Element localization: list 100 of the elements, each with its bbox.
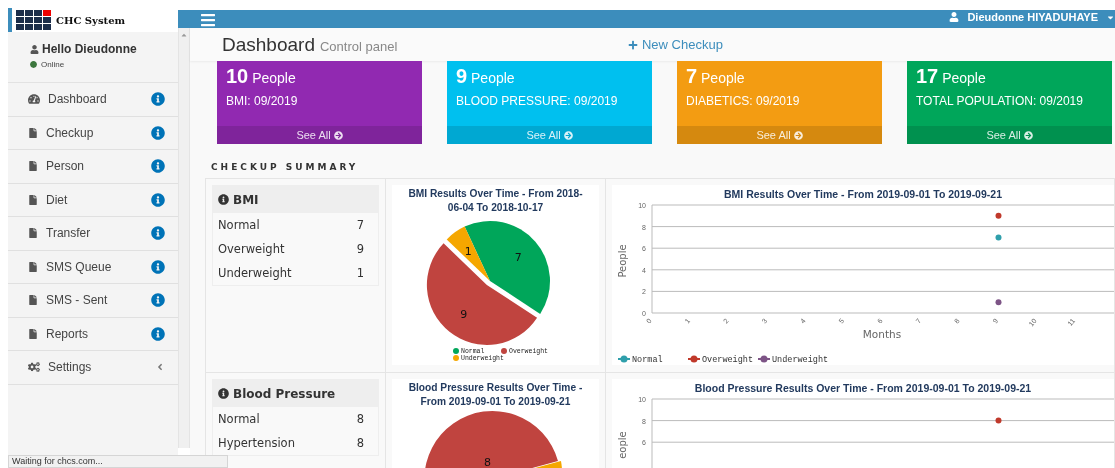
info-icon [218, 194, 229, 205]
info-icon [151, 293, 165, 308]
info-icon [151, 259, 165, 274]
stat-caption: BMI: 09/2019 [226, 94, 299, 108]
table-cell: Overweight [218, 242, 285, 256]
stat-caption: DIABETICS: 09/2019 [686, 94, 801, 108]
arrow-icon [1023, 130, 1033, 140]
chart-title: Blood Pressure Results Over Time - From 2019-09-01 To 2019-09-21 [693, 381, 1033, 395]
stat-count: 9 People [456, 65, 516, 88]
file-icon [28, 228, 38, 239]
sidebar-label: Diet [46, 192, 69, 207]
axis-label: People [617, 244, 628, 278]
table-cell: Hypertension [218, 436, 295, 450]
sidebar-item[interactable]: Person [8, 150, 178, 184]
slice-label: 7 [514, 250, 522, 264]
info-icon [151, 159, 165, 174]
table-cell: Normal [218, 218, 260, 232]
sidebar-item[interactable]: SMS - Sent [8, 284, 178, 318]
sidebar-label: Reports [46, 326, 90, 341]
sidebar-label: Person [46, 159, 86, 174]
sidebar-label: SMS - Sent [46, 293, 109, 308]
chart-title: Blood Pressure Results Over Time - From 2019-09-01 To 2019-09-21 [407, 381, 584, 409]
legend-item: Normal [617, 355, 663, 365]
online-status: Online [30, 60, 178, 69]
file-icon [28, 261, 38, 272]
slice-label: 9 [460, 308, 468, 321]
table-title: Blood Pressure [233, 386, 336, 401]
sidebar-item[interactable]: Checkup [8, 116, 178, 150]
slice-label: 1 [464, 244, 472, 258]
sidebar-label: SMS Queue [46, 259, 113, 274]
logo-icon [16, 10, 51, 30]
legend-label: Overweight [702, 355, 754, 365]
file-icon [28, 194, 38, 205]
see-all-link[interactable]: See All [217, 126, 422, 144]
table-cell: 8 [356, 436, 364, 450]
stat-count: 10 People [226, 65, 297, 88]
data-point [995, 299, 1002, 306]
sidebar-item[interactable]: SMS Queue [8, 250, 178, 284]
see-all-link[interactable]: See All [907, 126, 1112, 144]
table-cell: Underweight [218, 266, 292, 280]
scroll-up-icon[interactable] [180, 31, 188, 39]
user-icon [949, 12, 960, 22]
info-icon [151, 125, 165, 140]
legend-item: Underweight [757, 355, 829, 365]
stat-caption: TOTAL POPULATION: 09/2019 [916, 94, 1084, 108]
sidebar-item[interactable]: Diet [8, 183, 178, 217]
gears-icon [28, 361, 40, 374]
info-icon [151, 92, 165, 107]
table-cell: 8 [356, 412, 364, 426]
arrow-icon [793, 130, 803, 140]
data-point [995, 234, 1002, 241]
info-icon [151, 226, 165, 241]
data-point [995, 212, 1002, 219]
arrow-icon [563, 130, 573, 140]
stat-caption: BLOOD PRESSURE: 09/2019 [456, 94, 619, 108]
sidebar-item[interactable]: Reports [8, 317, 178, 351]
file-icon [28, 127, 38, 138]
info-icon [218, 388, 229, 399]
user-icon [30, 44, 39, 54]
arrow-icon [333, 130, 343, 140]
table-cell: 7 [356, 218, 364, 232]
file-icon [28, 295, 38, 306]
sidebar-label: Checkup [46, 125, 95, 140]
file-icon [28, 328, 38, 339]
user-greeting: Hello Dieudonne [30, 42, 178, 56]
chart-title: BMI Results Over Time - From 2019-09-01 To 2019-09-21 [723, 187, 1003, 201]
page-title: Dashboard [222, 33, 315, 56]
legend-label: Normal [632, 355, 663, 365]
axis-label: Months [862, 328, 902, 340]
sidebar-label: Dashboard [48, 92, 108, 107]
data-point [995, 417, 1002, 424]
axis-label: eople [617, 431, 628, 459]
page-subtitle: Control panel [319, 39, 399, 54]
file-icon [28, 161, 38, 172]
user-menu[interactable]: Dieudonne HIYADUHAYE [949, 10, 1115, 23]
table-title: BMI [233, 192, 259, 207]
info-icon [151, 192, 165, 207]
stat-count: 7 People [686, 65, 746, 88]
sidebar-label: Transfer [46, 226, 92, 241]
logo-text: CHC System [56, 14, 126, 26]
scrollbar[interactable] [178, 28, 190, 448]
gauge-icon [28, 93, 40, 106]
table-cell: Normal [218, 412, 260, 426]
chart-title: BMI Results Over Time - From 2018-06-04 To 2018-10-17 [407, 187, 584, 215]
info-icon [151, 326, 165, 341]
status-bar: Waiting for chcs.com... [8, 455, 228, 468]
table-cell: 1 [356, 266, 364, 280]
plus-icon [627, 39, 638, 50]
sidebar-label: Settings [48, 360, 93, 375]
chevron-left-icon [155, 362, 165, 373]
stat-count: 17 People [916, 65, 987, 88]
table-cell: 9 [356, 242, 364, 256]
legend-item: Overweight [687, 355, 753, 365]
slice-label: 8 [484, 456, 491, 468]
menu-icon[interactable] [200, 12, 216, 28]
sidebar-item[interactable]: Transfer [8, 217, 178, 251]
section-title: CHECKUP SUMMARY [211, 162, 360, 172]
new-checkup-link[interactable]: New Checkup [627, 37, 723, 52]
legend-label: Underweight [772, 355, 829, 365]
sidebar-item[interactable]: Dashboard [8, 83, 178, 117]
